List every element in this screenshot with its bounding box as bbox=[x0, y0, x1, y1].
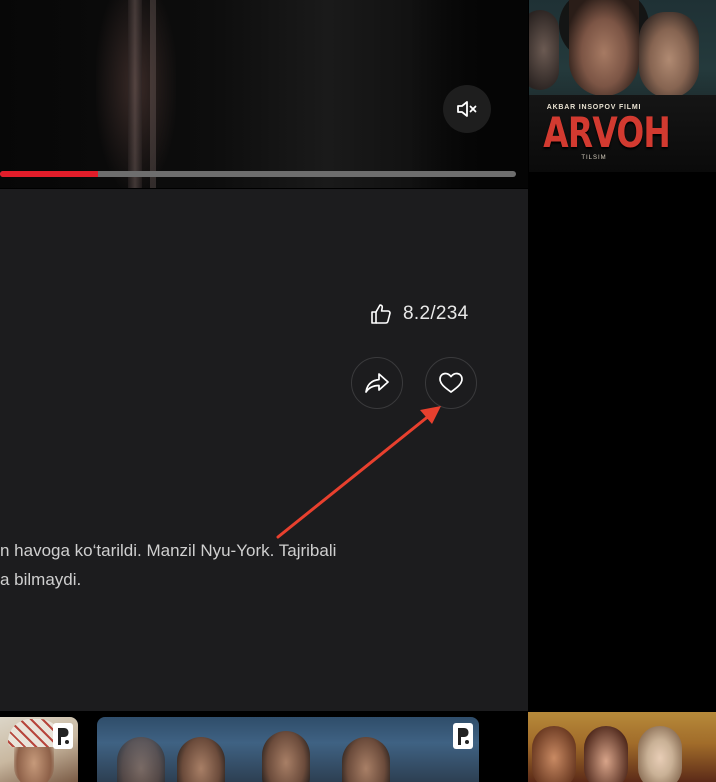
description-line-1: n havoga ko‘tarildi. Manzil Nyu-York. Ta… bbox=[0, 541, 337, 560]
thumbs-up-icon bbox=[371, 304, 391, 324]
video-player[interactable] bbox=[0, 0, 528, 188]
thumbnail-person bbox=[177, 737, 225, 782]
rating-value: 8.2/234 bbox=[403, 303, 469, 324]
related-movie-thumbnail[interactable] bbox=[528, 712, 716, 782]
share-icon bbox=[365, 373, 389, 393]
video-frame-highlight-2 bbox=[150, 0, 156, 188]
thumbnail-person bbox=[584, 726, 628, 782]
poster-person-woman bbox=[569, 0, 639, 96]
platform-badge-icon bbox=[53, 723, 73, 749]
movie-thumbnail[interactable] bbox=[97, 717, 479, 782]
thumbnail-person bbox=[117, 737, 165, 782]
poster-subtitle: TILSIM bbox=[581, 155, 607, 161]
rating[interactable]: 8.2/234 bbox=[369, 302, 469, 326]
volume-mute-icon bbox=[457, 101, 477, 117]
platform-badge-icon bbox=[453, 723, 473, 749]
description-line-2: a bilmaydi. bbox=[0, 570, 82, 589]
movie-thumbnail[interactable] bbox=[0, 717, 78, 782]
thumbnail-person bbox=[342, 737, 390, 782]
movie-description: n havoga ko‘tarildi. Manzil Nyu-York. Ta… bbox=[0, 536, 470, 594]
poster-person-man bbox=[639, 12, 699, 98]
poster-title: ARVOH bbox=[543, 108, 671, 157]
heart-icon bbox=[439, 372, 463, 393]
thumbnail-person bbox=[638, 726, 682, 782]
progress-bar-fill bbox=[0, 171, 99, 177]
poster-person-left bbox=[529, 10, 559, 90]
mute-button[interactable] bbox=[443, 85, 491, 133]
progress-bar[interactable] bbox=[0, 171, 516, 177]
video-frame-highlight bbox=[128, 0, 142, 188]
thumbnail-person bbox=[532, 726, 576, 782]
movie-info-panel bbox=[0, 189, 528, 711]
favorite-button[interactable] bbox=[425, 357, 477, 409]
thumbnail-person bbox=[262, 731, 310, 782]
related-movie-poster[interactable]: AKBAR INSOPOV FILMI ARVOH TILSIM bbox=[529, 0, 716, 172]
share-button[interactable] bbox=[351, 357, 403, 409]
